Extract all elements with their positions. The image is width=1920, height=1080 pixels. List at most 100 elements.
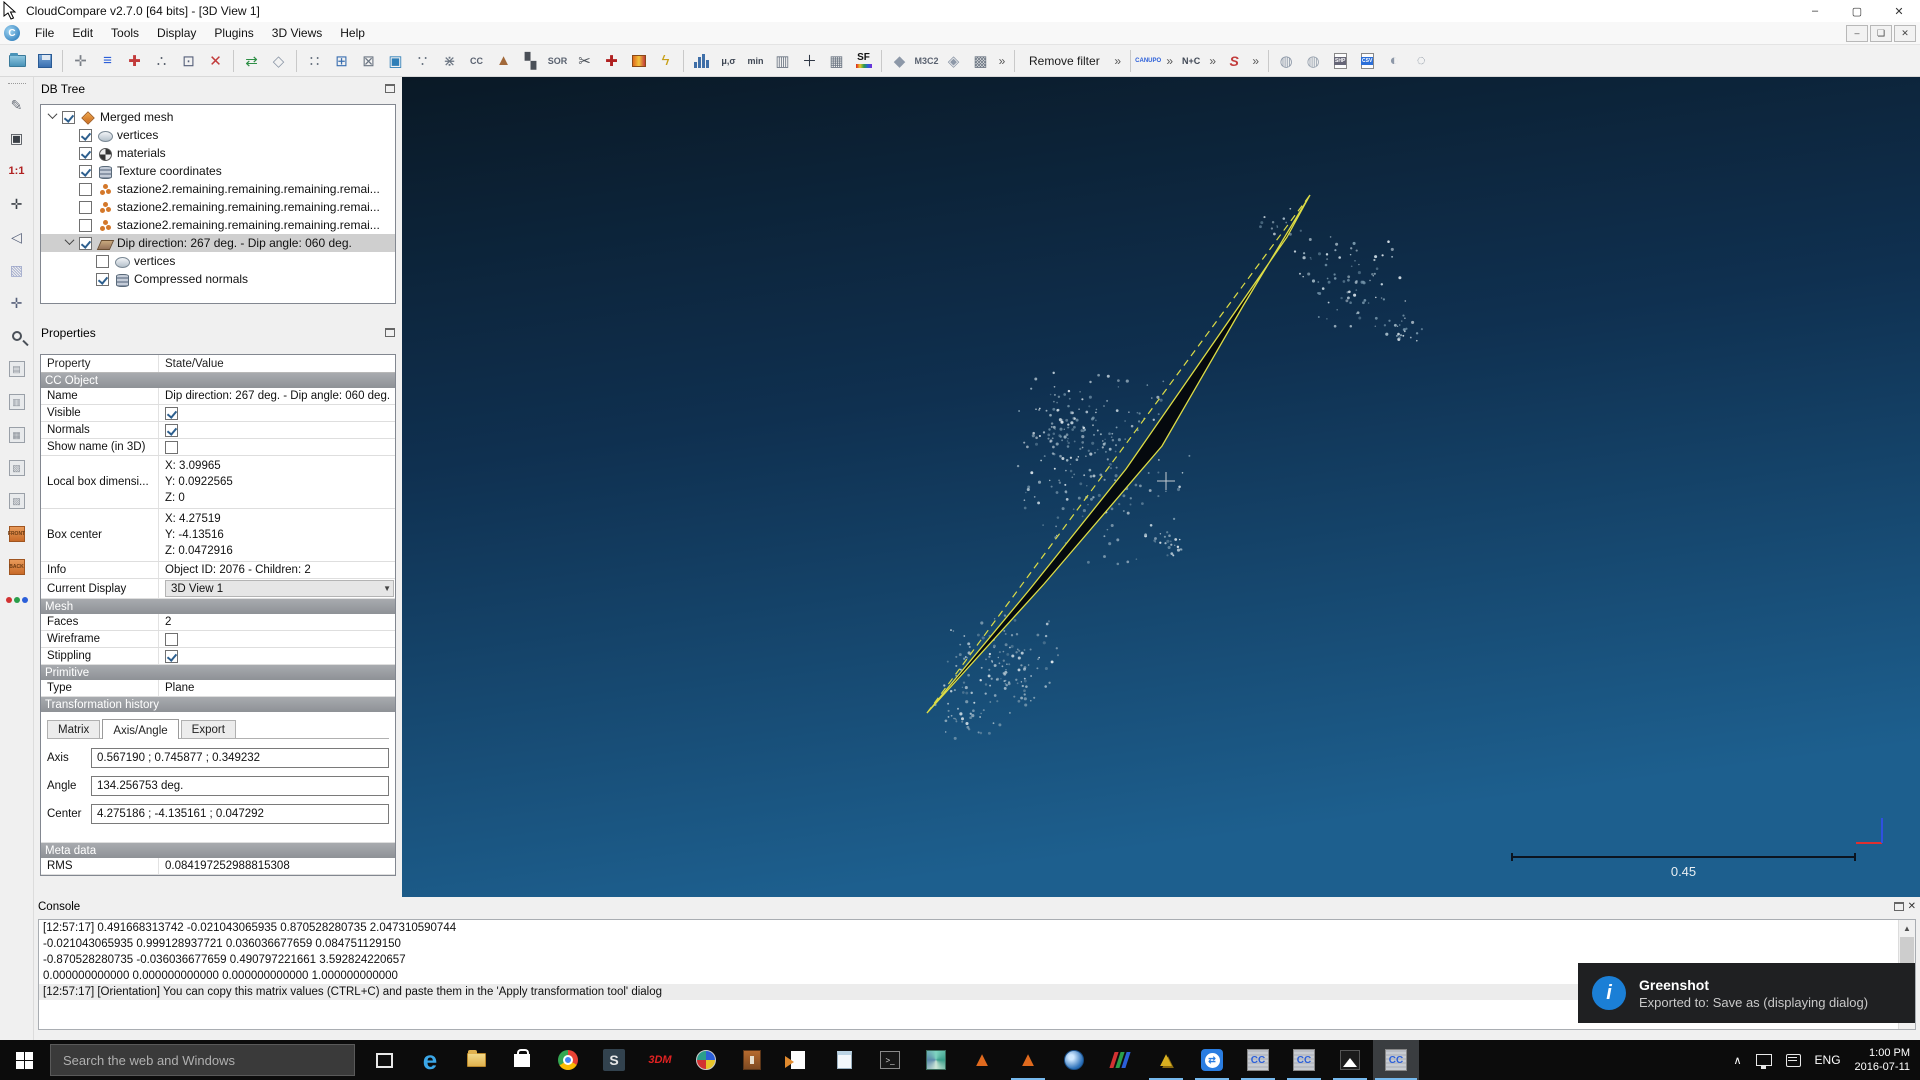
menu-tools[interactable]: Tools [102,23,148,43]
tree-item[interactable]: Compressed normals [41,270,395,288]
anchor-cross-icon[interactable]: ✚ [598,48,625,74]
texture-icon[interactable]: ▩ [967,48,994,74]
view-top-icon[interactable]: ▤ [4,356,30,382]
checker-icon[interactable]: ▚ [517,48,544,74]
menu-file[interactable]: File [26,23,63,43]
view-front-icon[interactable]: ▥ [4,389,30,415]
menu-help[interactable]: Help [331,23,374,43]
edit-pen-icon[interactable]: ✎ [4,92,30,118]
tab-axis-angle[interactable]: Axis/Angle [102,719,178,739]
photos-icon[interactable] [1327,1040,1373,1080]
mesh-sphere-b-icon[interactable]: ◍ [1300,48,1327,74]
console-close-icon[interactable]: ✕ [1908,901,1916,912]
point-picking-icon[interactable]: ∴ [148,48,175,74]
pcv-icon[interactable]: ▲ [490,48,517,74]
file-explorer-icon[interactable] [453,1040,499,1080]
mesh-cube-app-icon[interactable] [913,1040,959,1080]
view-back-orange-icon[interactable]: BACK [4,554,30,580]
open-icon[interactable] [4,48,31,74]
center-input[interactable]: 4.275186 ; -4.135161 ; 0.047292 [91,804,389,824]
tree-item[interactable]: vertices [41,126,395,144]
tree-checkbox[interactable] [96,273,109,286]
cloudcompare-a-icon[interactable]: CC [1235,1040,1281,1080]
toolbar-overflow-icon[interactable]: » [1248,48,1264,74]
mdi-minimize-button[interactable]: – [1846,25,1868,42]
tab-matrix[interactable]: Matrix [47,720,100,738]
delete-icon[interactable]: ✕ [202,48,229,74]
menu-edit[interactable]: Edit [63,23,102,43]
tree-checkbox[interactable] [79,201,92,214]
shield-icon[interactable]: ◈ [940,48,967,74]
view-left-icon[interactable]: ▦ [4,422,30,448]
gold-mesh-app-icon[interactable]: ▲ [1143,1040,1189,1080]
toolbar-overflow-icon[interactable]: » [994,48,1010,74]
shaded-sphere-icon[interactable]: ◐ [1381,48,1408,74]
tab-export[interactable]: Export [181,720,236,738]
property-checkbox[interactable] [165,650,178,663]
n-plus-c-icon[interactable]: N+C [1178,48,1205,74]
menu-3d-views[interactable]: 3D Views [263,23,331,43]
lightning-icon[interactable]: ϟ [652,48,679,74]
property-checkbox[interactable] [165,633,178,646]
wire-globe-icon[interactable]: ◌ [1408,48,1435,74]
view-front-orange-icon[interactable]: FRONT [4,521,30,547]
start-button[interactable] [0,1040,48,1080]
store-icon[interactable] [499,1040,545,1080]
color-ramp-icon[interactable] [625,48,652,74]
expand-chevron-icon[interactable] [48,109,58,119]
matlab-a-icon[interactable]: ▲ [959,1040,1005,1080]
clock[interactable]: 1:00 PM 2016-07-11 [1855,1046,1910,1074]
tray-chevron-icon[interactable]: ∧ [1733,1054,1741,1067]
chrome-icon[interactable] [545,1040,591,1080]
iso-cube-icon[interactable]: ▧ [4,257,30,283]
sor-filter-icon[interactable]: SOR [544,48,571,74]
cmd-icon[interactable]: >_ [867,1040,913,1080]
language-indicator[interactable]: ENG [1815,1053,1841,1067]
screenshot-camera-icon[interactable]: ▣ [4,125,30,151]
minimize-button[interactable]: – [1794,0,1836,22]
3d-viewport[interactable]: 0.45 [402,77,1920,897]
zoom-magnifier-icon[interactable] [4,323,30,349]
color-dots-icon[interactable] [4,587,30,613]
shp-export-icon[interactable]: SHP [1327,48,1354,74]
properties-list-icon[interactable]: ≡ [94,48,121,74]
mesh-sphere-a-icon[interactable]: ◍ [1273,48,1300,74]
bucket-icon[interactable]: ▥ [769,48,796,74]
remove-filter-button[interactable]: Remove filter [1019,50,1110,72]
toolbar-overflow-icon[interactable]: » [1205,48,1221,74]
notifications-icon[interactable] [1786,1054,1801,1067]
search-input[interactable] [50,1044,355,1076]
rock-app-icon[interactable] [729,1040,775,1080]
tree-checkbox[interactable] [79,129,92,142]
scroll-up-icon[interactable]: ▲ [1899,920,1915,937]
cc-plugin-icon[interactable]: CC [463,48,490,74]
cloudcompare-c-icon[interactable]: CC [1373,1040,1419,1080]
cloudcompare-b-icon[interactable]: CC [1281,1040,1327,1080]
csv-export-icon[interactable]: CSV [1354,48,1381,74]
teamviewer-icon[interactable]: ⇄ [1189,1040,1235,1080]
zoom-1-1-icon[interactable]: 1:1 [4,158,30,184]
maximize-button[interactable]: ▢ [1836,0,1878,22]
greenshot-toast[interactable]: i Greenshot Exported to: Save as (displa… [1578,963,1915,1023]
console-float-icon[interactable] [1894,902,1904,911]
facet-icon[interactable]: ◆ [886,48,913,74]
apply-transformation-icon[interactable]: ✚ [121,48,148,74]
align-icon[interactable]: ◇ [265,48,292,74]
pivot-cross-icon[interactable]: ✛ [4,191,30,217]
axis-input[interactable]: 0.567190 ; 0.745877 ; 0.349232 [91,748,389,768]
sublime-icon[interactable]: S [591,1040,637,1080]
expand-chevron-icon[interactable] [65,235,75,245]
google-earth-icon[interactable] [1051,1040,1097,1080]
properties-float-icon[interactable] [385,328,395,337]
view-rotate-icon[interactable]: ◁ [4,224,30,250]
s-curve-icon[interactable]: S [1221,48,1248,74]
stripes-app-icon[interactable] [1097,1040,1143,1080]
dotted-box-icon[interactable]: ⊠ [355,48,382,74]
current-display-dropdown[interactable]: 3D View 1▼ [165,580,394,597]
extract-section-icon[interactable]: ⊞ [328,48,355,74]
mdi-close-button[interactable]: ✕ [1894,25,1916,42]
canupo-create-icon[interactable]: CANUPO [1135,48,1162,74]
tree-item[interactable]: Dip direction: 267 deg. - Dip angle: 060… [41,234,395,252]
doc-arrow-app-icon[interactable] [775,1040,821,1080]
tree-item[interactable]: Merged mesh [41,108,395,126]
